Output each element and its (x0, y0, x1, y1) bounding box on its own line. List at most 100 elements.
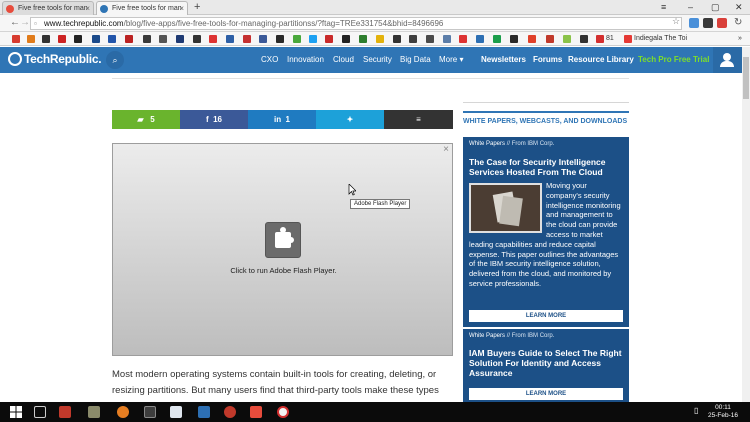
card-type[interactable]: White Papers (469, 333, 505, 339)
bookmark-icon[interactable] (58, 35, 66, 43)
app-icon[interactable] (170, 406, 182, 418)
more-share-button[interactable]: ≡ (384, 110, 453, 129)
close-icon[interactable]: × (443, 144, 449, 155)
card-title[interactable]: IAM Buyers Guide to Select The Right Sol… (469, 348, 623, 378)
new-tab-button[interactable]: + (194, 1, 200, 13)
bookmark-icon[interactable] (546, 35, 554, 43)
app-icon[interactable] (198, 406, 210, 418)
bookmark-icon[interactable] (226, 35, 234, 43)
learn-more-button[interactable]: LEARN MORE (469, 310, 623, 322)
extension-icon[interactable] (703, 18, 713, 28)
bookmark-icon[interactable] (342, 35, 350, 43)
bookmark-icon[interactable] (42, 35, 50, 43)
nav-cloud[interactable]: Cloud (333, 55, 354, 64)
browser-app-icon[interactable] (277, 406, 289, 418)
notification-icon[interactable]: ▯ (694, 406, 698, 415)
bookmark-icon[interactable] (409, 35, 417, 43)
maximize-icon[interactable]: ▢ (711, 1, 720, 13)
reload-icon[interactable]: ↻ (734, 17, 742, 29)
nav-forums[interactable]: Forums (533, 55, 562, 64)
app-icon[interactable] (250, 406, 262, 418)
bookmark-icon[interactable] (309, 35, 317, 43)
start-icon[interactable] (10, 406, 22, 418)
nav-innovation[interactable]: Innovation (287, 55, 324, 64)
flash-player-placeholder[interactable]: × Click to run Adobe Flash Player. (112, 143, 453, 356)
star-icon[interactable]: ☆ (672, 16, 680, 27)
extension-icon[interactable] (717, 18, 727, 28)
task-view-icon[interactable] (34, 406, 46, 418)
bookmark-icon[interactable] (325, 35, 333, 43)
bookmark-icon[interactable] (92, 35, 100, 43)
twitter-share-button[interactable]: ✦ (316, 110, 384, 129)
minimize-icon[interactable]: – (688, 1, 693, 13)
app-icon[interactable] (88, 406, 100, 418)
bookmark-icon[interactable] (359, 35, 367, 43)
bookmark-icon[interactable] (393, 35, 401, 43)
bookmark-label[interactable]: 81 (606, 33, 614, 44)
facebook-share-button[interactable]: f 16 (180, 110, 248, 129)
bookmark-icon[interactable] (276, 35, 284, 43)
nav-security[interactable]: Security (363, 55, 392, 64)
learn-more-button[interactable]: LEARN MORE (469, 388, 623, 400)
nav-newsletters[interactable]: Newsletters (481, 55, 526, 64)
browser-tab[interactable]: Five free tools for man × (2, 1, 94, 15)
bookmark-icon[interactable] (143, 35, 151, 43)
scrollbar-thumb[interactable] (743, 57, 749, 99)
user-icon[interactable] (713, 47, 742, 73)
card-type[interactable]: White Papers (469, 141, 505, 147)
bookmarks-overflow[interactable]: » (738, 33, 742, 44)
bookmark-icon[interactable] (624, 35, 632, 43)
bookmark-icon[interactable] (27, 35, 35, 43)
app-icon[interactable] (224, 406, 236, 418)
bookmark-icon[interactable] (74, 35, 82, 43)
browser-tab-active[interactable]: Five free tools for man × (96, 1, 188, 15)
tab-close-icon[interactable]: × (179, 2, 184, 15)
comments-button[interactable]: ▰ 5 (112, 110, 180, 129)
bookmark-icon[interactable] (528, 35, 536, 43)
bookmark-icon[interactable] (596, 35, 604, 43)
close-window-icon[interactable]: ✕ (735, 1, 743, 13)
bookmark-icon[interactable] (125, 35, 133, 43)
bookmark-icon[interactable] (159, 35, 167, 43)
bookmark-icon[interactable] (563, 35, 571, 43)
card-source: From IBM Corp. (511, 333, 555, 339)
bookmark-icon[interactable] (193, 35, 201, 43)
puzzle-icon[interactable] (265, 222, 301, 258)
bookmark-icon[interactable] (493, 35, 501, 43)
bookmark-icon[interactable] (293, 35, 301, 43)
page-scrollbar[interactable] (742, 47, 750, 402)
nav-resource-library[interactable]: Resource Library (568, 55, 634, 64)
card-title[interactable]: The Case for Security Intelligence Servi… (469, 157, 623, 177)
taskbar-clock[interactable]: 00:11 25-Feb-16 (705, 404, 741, 420)
linkedin-share-button[interactable]: in 1 (248, 110, 316, 129)
tab-close-icon[interactable]: × (85, 2, 90, 15)
bookmark-icon[interactable] (108, 35, 116, 43)
search-icon[interactable]: ⌕ (106, 51, 124, 69)
nav-more[interactable]: More ▾ (439, 55, 463, 64)
nav-cxo[interactable]: CXO (261, 55, 278, 64)
bookmark-icon[interactable] (443, 35, 451, 43)
bookmark-label[interactable]: Indiegala The Toi (634, 33, 687, 44)
bookmark-icon[interactable] (510, 35, 518, 43)
app-icon[interactable] (144, 406, 156, 418)
bookmark-icon[interactable] (426, 35, 434, 43)
nav-big-data[interactable]: Big Data (400, 55, 431, 64)
bookmark-icon[interactable] (459, 35, 467, 43)
bookmark-icon[interactable] (476, 35, 484, 43)
bookmark-icon[interactable] (243, 35, 251, 43)
browser-menu-icon[interactable]: ≡ (661, 1, 666, 13)
card-thumbnail[interactable] (469, 183, 542, 233)
back-icon[interactable]: ← (10, 17, 20, 29)
app-icon[interactable] (59, 406, 71, 418)
bookmark-icon[interactable] (580, 35, 588, 43)
app-icon[interactable] (117, 406, 129, 418)
pro-trial-link[interactable]: Tech Pro Free Trial (638, 55, 709, 64)
extension-icon[interactable] (689, 18, 699, 28)
bookmark-icon[interactable] (376, 35, 384, 43)
bookmark-icon[interactable] (259, 35, 267, 43)
url-input[interactable]: ▫ www.techrepublic.com/blog/five-apps/fi… (30, 17, 682, 30)
bookmark-icon[interactable] (12, 35, 20, 43)
techrepublic-logo[interactable]: TechRepublic. (8, 52, 102, 66)
bookmark-icon[interactable] (209, 35, 217, 43)
bookmark-icon[interactable] (176, 35, 184, 43)
